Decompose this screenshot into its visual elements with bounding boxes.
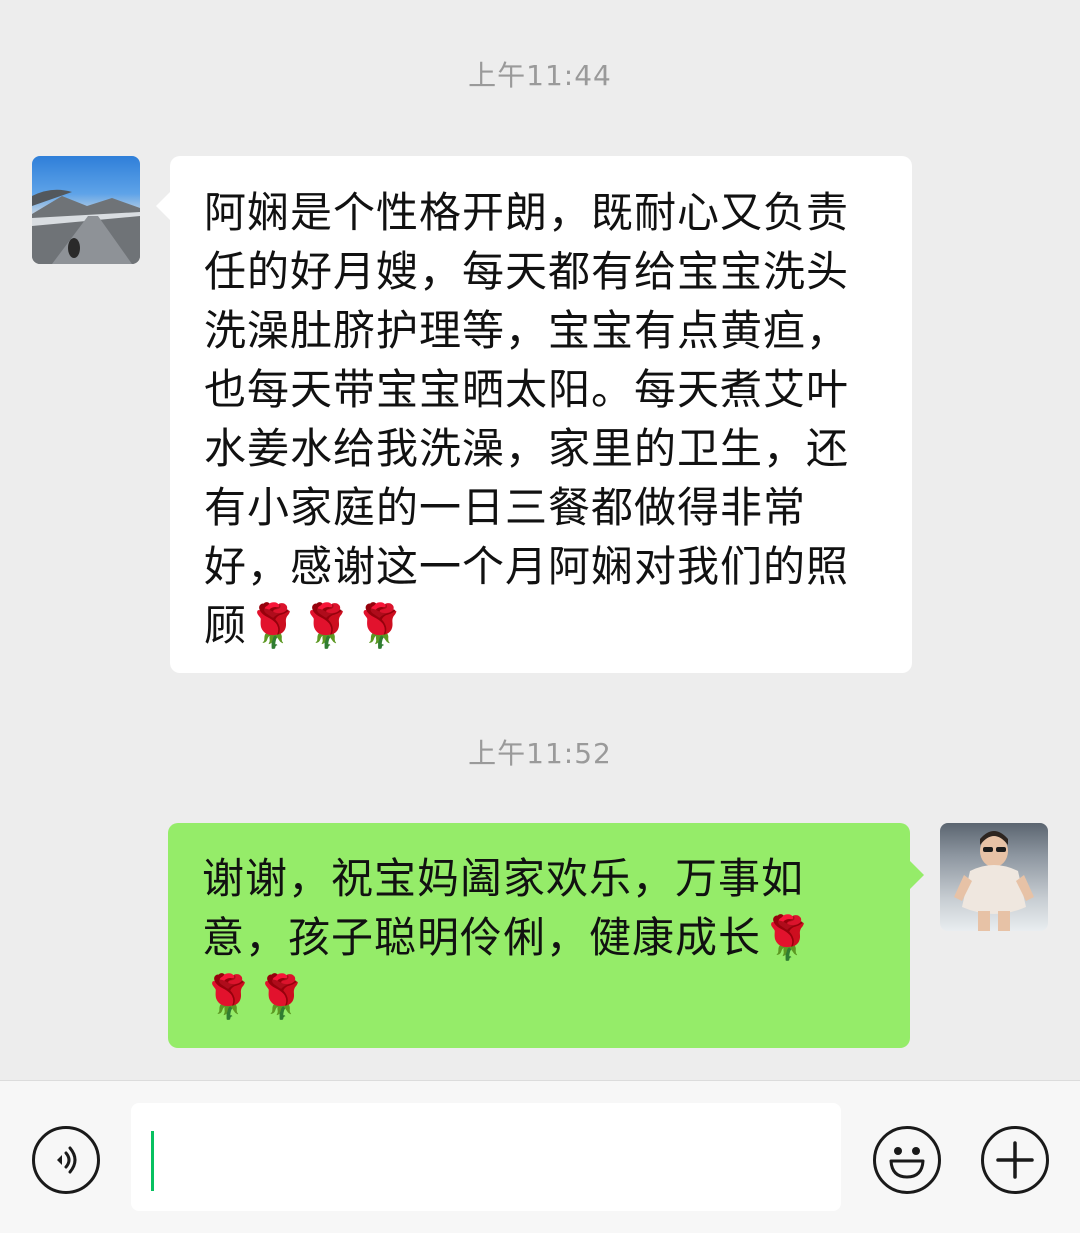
my-avatar[interactable] <box>940 823 1048 931</box>
message-timestamp: 上午11:52 <box>468 737 612 770</box>
received-message-bubble[interactable]: 阿娴是个性格开朗，既耐心又负责 任的好月嫂，每天都有给宝宝洗头 洗澡肚脐护理等，… <box>156 156 912 673</box>
message-timestamp: 上午11:44 <box>468 59 612 92</box>
voice-icon <box>57 1146 77 1174</box>
text-cursor <box>151 1131 154 1191</box>
received-message-text: 阿娴是个性格开朗，既耐心又负责 任的好月嫂，每天都有给宝宝洗头 洗澡肚脐护理等，… <box>204 188 850 650</box>
voice-button[interactable] <box>32 1126 100 1194</box>
input-bar <box>0 1080 1080 1233</box>
contact-avatar[interactable] <box>32 156 140 264</box>
emoji-icon <box>889 1147 925 1179</box>
chat-area[interactable]: 上午11:44 阿娴是个性格开朗，既耐心又负责 任的好月嫂，每天都有给宝宝洗头 … <box>0 0 1080 1080</box>
avatar-person-image <box>954 831 1034 931</box>
avatar-road-image <box>32 189 140 264</box>
more-button[interactable] <box>981 1126 1049 1194</box>
emoji-button[interactable] <box>873 1126 941 1194</box>
sent-message-text: 谢谢，祝宝妈阖家欢乐，万事如 意，孩子聪明伶俐，健康成长🌹 🌹🌹 <box>202 854 815 1021</box>
message-input[interactable] <box>131 1103 841 1211</box>
sent-message-bubble[interactable]: 谢谢，祝宝妈阖家欢乐，万事如 意，孩子聪明伶俐，健康成长🌹 🌹🌹 <box>168 823 924 1048</box>
plus-icon <box>996 1141 1034 1179</box>
